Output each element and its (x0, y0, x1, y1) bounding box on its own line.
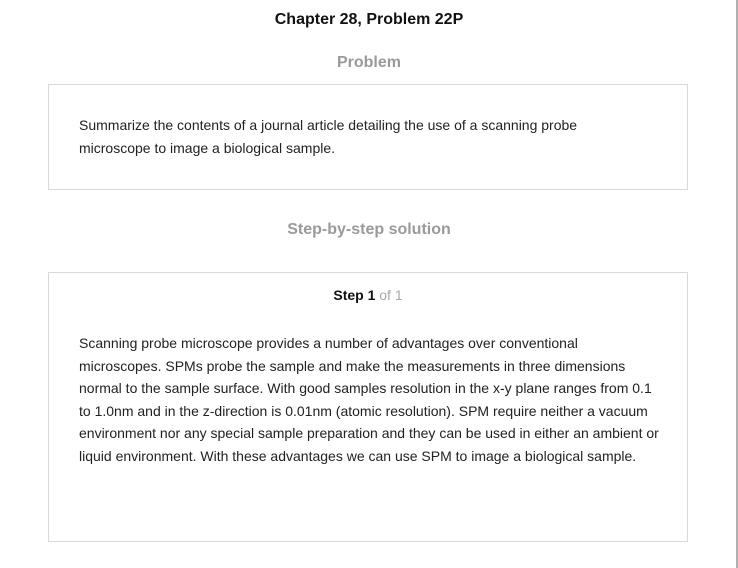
problem-text: Summarize the contents of a journal arti… (79, 117, 578, 156)
step-number: Step 1 (333, 287, 376, 303)
step-indicator: Step 1 of 1 (49, 286, 687, 304)
step-total: of 1 (379, 287, 403, 303)
solution-box: Step 1 of 1 Scanning probe microscope pr… (48, 272, 688, 542)
page-title: Chapter 28, Problem 22P (274, 11, 464, 28)
problem-box: Summarize the contents of a journal arti… (48, 84, 688, 190)
solution-text: Scanning probe microscope provides a num… (79, 335, 659, 464)
solution-heading: Step-by-step solution (287, 221, 451, 238)
problem-heading: Problem (336, 54, 401, 71)
